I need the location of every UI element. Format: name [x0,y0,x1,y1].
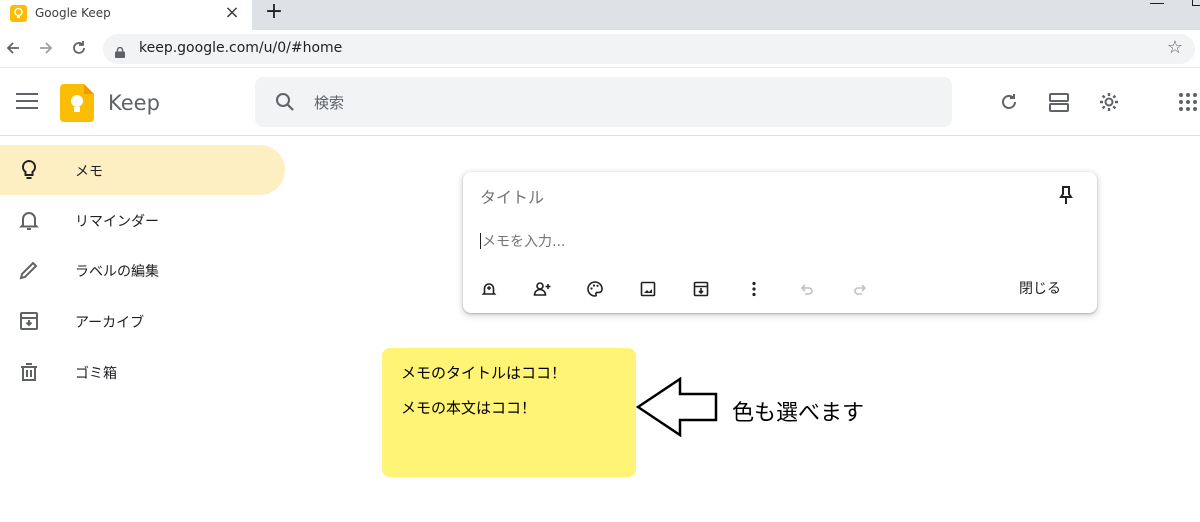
main-menu-icon[interactable] [16,93,38,111]
close-button[interactable]: 閉じる [997,278,1083,300]
browser-tab[interactable]: Google Keep × [0,0,252,30]
note-composer: タイトル メモを入力... 閉じる [463,172,1097,313]
note-body-input[interactable]: メモを入力... [480,231,565,251]
keep-favicon-icon [10,5,27,22]
sidebar-item-label: メモ [75,164,103,180]
address-bar[interactable]: keep.google.com/u/0/#home ☆ [103,34,1195,64]
archive-icon [17,309,41,333]
browser-tab-strip: Google Keep × + [0,0,1200,30]
search-placeholder: 検索 [314,94,345,112]
sample-note-title: メモのタイトルはココ！ [401,364,567,382]
reload-icon[interactable] [68,37,90,59]
forward-icon[interactable] [35,37,57,59]
new-tab-button[interactable]: + [262,0,286,26]
browser-toolbar: keep.google.com/u/0/#home ☆ [0,30,1200,68]
lock-icon [115,43,125,58]
sample-note-body: メモの本文はココ！ [401,399,537,417]
reminder-icon[interactable] [480,280,498,298]
lightbulb-icon [17,158,41,182]
tab-title: Google Keep [35,6,111,20]
apps-grid-icon[interactable] [1176,90,1200,114]
note-title-input[interactable]: タイトル [480,184,544,208]
pin-icon[interactable] [1055,184,1077,206]
window-minimize-icon[interactable] [1150,0,1164,4]
text-caret [480,233,481,249]
trash-icon [17,360,41,384]
sidebar-item-edit-labels[interactable]: ラベルの編集 [0,245,285,295]
sidebar-item-label: ラベルの編集 [75,264,159,280]
sidebar-item-label: ゴミ箱 [75,366,117,382]
image-icon[interactable] [639,280,657,298]
pencil-icon [17,258,41,282]
sidebar-item-reminders[interactable]: リマインダー [0,195,285,245]
bell-icon [17,208,41,232]
url-text: keep.google.com/u/0/#home [139,40,343,56]
redo-icon[interactable] [851,280,869,298]
note-body-placeholder: メモを入力... [482,234,566,250]
keep-header: Keep 検索 [0,69,1200,136]
sample-note-card: メモのタイトルはココ！ メモの本文はココ！ [382,348,636,477]
window-maximize-icon[interactable] [1192,0,1200,6]
search-input[interactable]: 検索 [255,77,952,127]
bookmark-star-icon[interactable]: ☆ [1167,37,1183,58]
keep-logo-icon[interactable] [60,84,94,122]
sidebar-item-archive[interactable]: アーカイブ [0,296,285,346]
collaborator-icon[interactable] [533,280,551,298]
sidebar-item-label: リマインダー [75,214,159,230]
refresh-icon[interactable] [997,90,1021,114]
sidebar-item-notes[interactable]: メモ [0,145,285,195]
undo-icon[interactable] [798,280,816,298]
search-icon[interactable] [273,90,297,114]
back-icon[interactable] [2,37,24,59]
sidebar-item-label: アーカイブ [75,315,145,331]
archive-note-icon[interactable] [692,280,710,298]
app-name[interactable]: Keep [108,91,160,115]
sidebar: メモ リマインダー ラベルの編集 アーカイブ ゴミ箱 [0,137,290,522]
more-icon[interactable] [745,280,763,298]
tab-close-icon[interactable]: × [222,2,242,24]
annotation-text: 色も選べます [732,401,865,426]
settings-gear-icon[interactable] [1097,90,1121,114]
left-arrow-icon [635,376,720,438]
sidebar-item-trash[interactable]: ゴミ箱 [0,347,285,397]
list-view-icon[interactable] [1047,90,1071,114]
palette-icon[interactable] [586,280,604,298]
